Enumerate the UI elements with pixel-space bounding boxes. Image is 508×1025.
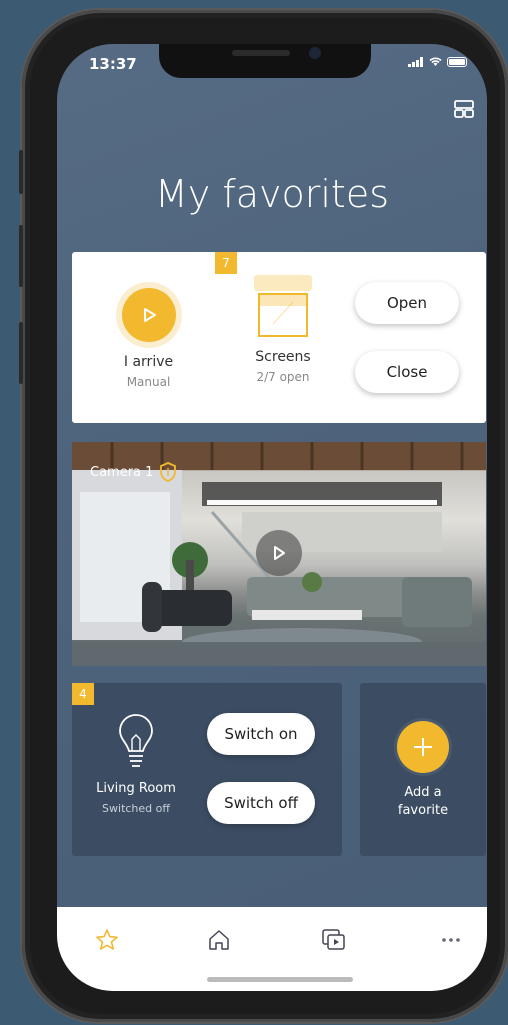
signal-icon (408, 56, 423, 67)
plus-icon (414, 738, 432, 756)
scene-play-button[interactable] (122, 288, 176, 342)
add-favorite-card[interactable]: Add a favorite (360, 683, 486, 856)
scene-card-arrive[interactable]: I arrive Manual (72, 252, 225, 423)
tab-media[interactable] (319, 925, 349, 955)
security-shield-icon (160, 462, 177, 482)
tab-more[interactable] (436, 925, 466, 955)
status-icons (408, 56, 467, 67)
notch (159, 44, 371, 78)
close-button[interactable]: Close (355, 351, 459, 393)
device-status: 2/7 open (256, 370, 310, 384)
more-icon (442, 938, 460, 942)
camera-play-button[interactable] (256, 530, 302, 576)
home-indicator[interactable] (207, 977, 353, 982)
tab-bar (57, 907, 487, 991)
front-camera (309, 47, 321, 59)
count-badge: 7 (215, 252, 237, 274)
phone-side-button-silent (19, 150, 23, 194)
switch-on-button[interactable]: Switch on (207, 713, 315, 755)
home-icon (209, 930, 229, 950)
device-card-living-room[interactable]: 4 Living Room Switched off Switch on Swi… (72, 683, 342, 856)
media-icon (322, 929, 345, 950)
tab-favorites[interactable] (92, 925, 122, 955)
tab-home[interactable] (204, 925, 234, 955)
camera-card[interactable]: Camera 1 (72, 442, 486, 666)
speaker (232, 50, 290, 56)
page-title: My favorites (154, 172, 389, 216)
switch-off-button[interactable]: Switch off (207, 782, 315, 824)
wifi-icon (429, 57, 442, 66)
scene-mode: Manual (126, 375, 171, 389)
play-icon (274, 546, 285, 560)
battery-icon (447, 56, 467, 67)
phone-side-button-volume-down (19, 322, 23, 384)
device-name: Screens (255, 349, 311, 365)
scene-name: I arrive (123, 354, 174, 370)
lightbulb-icon (119, 714, 153, 767)
add-favorite-label-line2: favorite (397, 803, 449, 818)
camera-label: Camera 1 (90, 462, 177, 482)
add-favorite-button[interactable] (397, 721, 449, 773)
device-name: Living Room (96, 781, 176, 796)
device-status: Switched off (102, 802, 170, 815)
count-badge: 4 (72, 683, 94, 705)
play-icon (144, 308, 156, 322)
open-button[interactable]: Open (355, 282, 459, 324)
device-card-screens[interactable]: 7 Screens 2/7 open Open Close (215, 252, 486, 423)
app-screen: 13:37 My favorites I arrive Manual 7 Scr… (57, 44, 487, 991)
status-time: 13:37 (89, 55, 137, 73)
camera-name: Camera 1 (90, 464, 154, 480)
screens-icon (254, 275, 312, 337)
star-icon (96, 929, 118, 950)
phone-side-button-volume-up (19, 225, 23, 287)
add-favorite-label-line1: Add a (404, 785, 442, 800)
layout-toggle-icon[interactable] (453, 98, 475, 120)
